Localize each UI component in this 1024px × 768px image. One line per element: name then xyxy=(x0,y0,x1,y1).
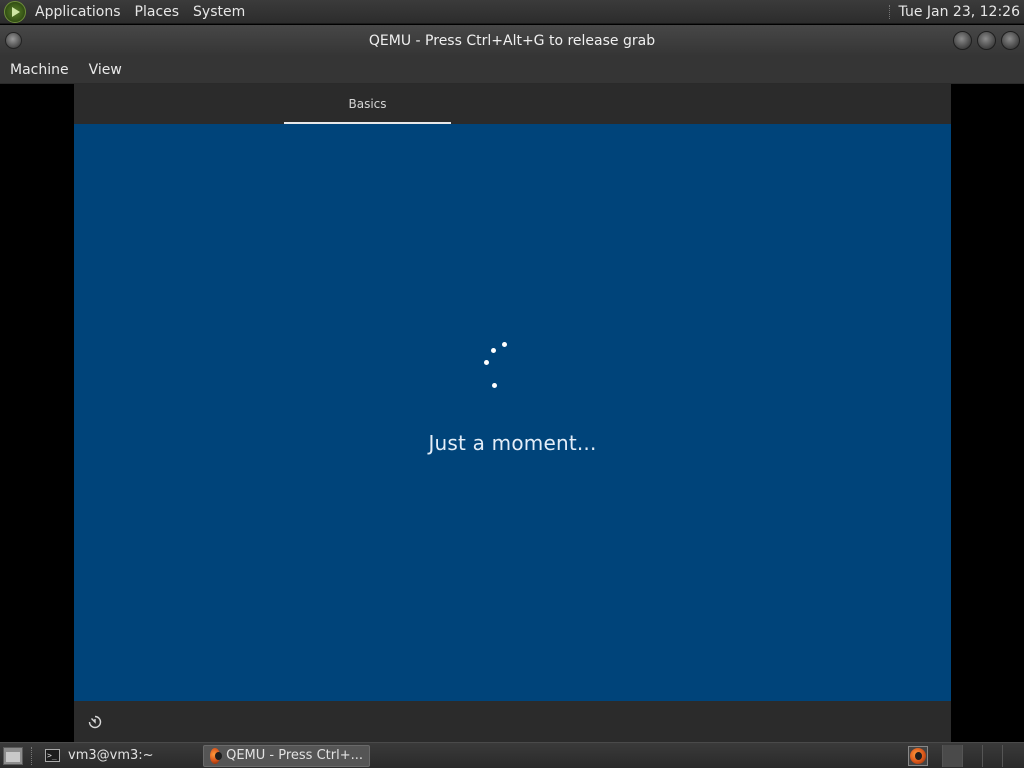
window-controls xyxy=(953,31,1020,50)
qemu-menubar: Machine View xyxy=(0,56,1024,84)
applications-menu[interactable]: Applications xyxy=(28,0,128,23)
qemu-icon xyxy=(210,747,223,764)
close-button[interactable] xyxy=(1001,31,1020,50)
applications-logo-icon[interactable] xyxy=(4,0,26,23)
panel-menu: Applications Places System xyxy=(28,0,252,23)
loading-spinner-icon xyxy=(479,342,509,392)
terminal-icon: >_ xyxy=(45,749,60,762)
window-menu-button[interactable] xyxy=(5,32,22,49)
window-title: QEMU - Press Ctrl+Alt+G to release grab xyxy=(368,32,656,49)
taskbar-item-qemu[interactable]: QEMU - Press Ctrl+... xyxy=(203,744,370,767)
workspace-4[interactable] xyxy=(1002,744,1022,767)
oobe-panel: Just a moment... xyxy=(74,124,951,701)
system-menu[interactable]: System xyxy=(186,0,252,23)
window-titlebar[interactable]: QEMU - Press Ctrl+Alt+G to release grab xyxy=(0,25,1024,56)
taskbar-separator xyxy=(31,746,33,765)
workspace-1[interactable] xyxy=(942,744,962,767)
places-menu[interactable]: Places xyxy=(128,0,187,23)
spinner-dot xyxy=(492,383,497,388)
workspace-2[interactable] xyxy=(962,744,982,767)
workspace-3[interactable] xyxy=(982,744,1002,767)
tab-basics[interactable]: Basics xyxy=(284,84,451,124)
ease-of-access-icon[interactable] xyxy=(87,714,103,730)
clock[interactable]: Tue Jan 23, 12:26 xyxy=(899,4,1024,20)
qemu-icon xyxy=(910,747,926,764)
spinner-dot xyxy=(502,342,507,347)
show-desktop-button[interactable] xyxy=(3,746,23,765)
workspace-switcher xyxy=(942,744,1022,767)
taskbar: >_ vm3@vm3:~ QEMU - Press Ctrl+... xyxy=(0,742,1024,768)
loading-message: Just a moment... xyxy=(428,431,597,455)
taskbar-item-label: QEMU - Press Ctrl+... xyxy=(226,748,363,763)
vm-display[interactable]: Basics Just a moment... xyxy=(0,84,1024,742)
minimize-button[interactable] xyxy=(953,31,972,50)
machine-menu[interactable]: Machine xyxy=(0,62,79,78)
top-panel: Applications Places System Tue Jan 23, 1… xyxy=(0,0,1024,24)
guest-screen[interactable]: Basics Just a moment... xyxy=(74,84,951,742)
panel-separator xyxy=(888,4,891,19)
maximize-button[interactable] xyxy=(977,31,996,50)
oobe-footer xyxy=(74,701,951,742)
spinner-dot xyxy=(491,348,496,353)
oobe-header: Basics xyxy=(74,84,951,124)
tray-qemu-button[interactable] xyxy=(908,745,928,766)
view-menu[interactable]: View xyxy=(79,62,132,78)
taskbar-item-terminal[interactable]: >_ vm3@vm3:~ xyxy=(39,745,199,767)
spinner-dot xyxy=(484,360,489,365)
taskbar-item-label: vm3@vm3:~ xyxy=(68,748,154,763)
